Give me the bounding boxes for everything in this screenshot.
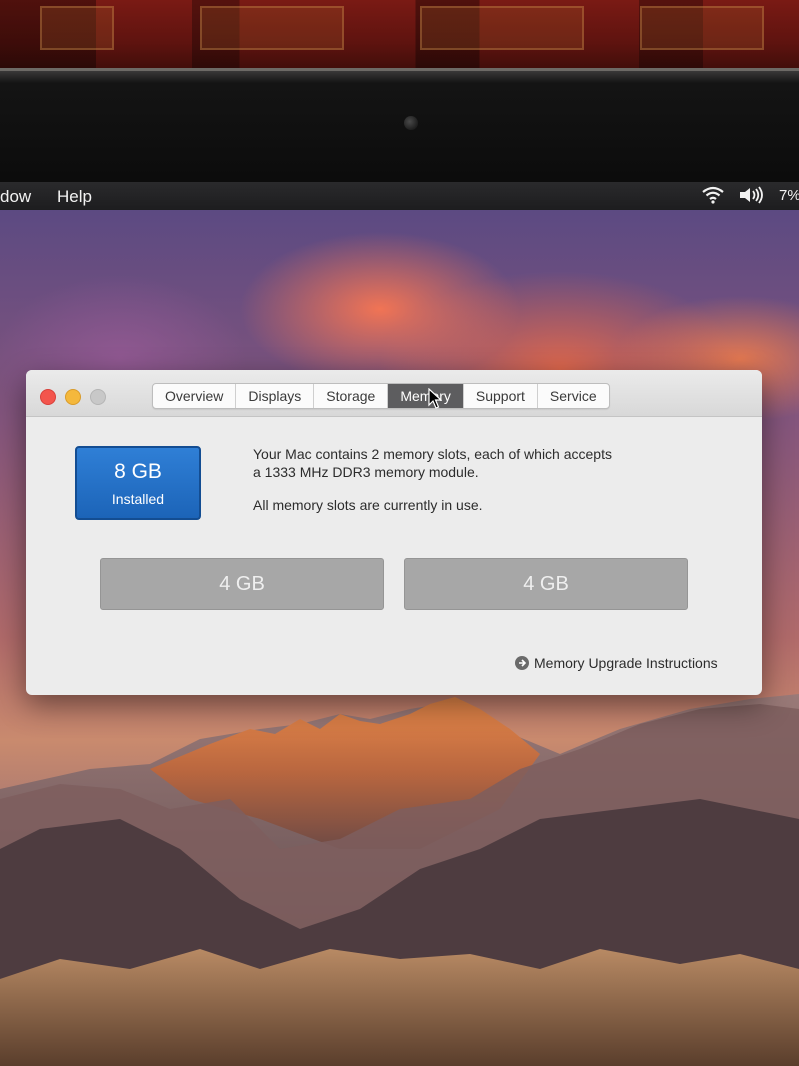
close-button[interactable] — [40, 389, 56, 405]
menu-item-window[interactable]: dow — [0, 187, 31, 207]
total-memory-caption: Installed — [111, 491, 165, 507]
battery-percentage[interactable]: 7% — [779, 187, 799, 204]
tab-service[interactable]: Service — [538, 384, 609, 408]
volume-icon[interactable] — [738, 186, 766, 209]
carpet-pattern — [420, 6, 584, 50]
webcam — [404, 116, 418, 130]
laptop-bezel — [0, 68, 799, 191]
menu-item-help[interactable]: Help — [57, 187, 92, 207]
memory-slot-1: 4 GB — [100, 558, 384, 610]
minimize-button[interactable] — [65, 389, 81, 405]
mouse-cursor-icon — [428, 388, 442, 409]
tab-memory[interactable]: Memory — [388, 384, 464, 408]
memory-description: Your Mac contains 2 memory slots, each o… — [253, 445, 612, 481]
wifi-icon[interactable] — [701, 186, 725, 209]
tab-bar: Overview Displays Storage Memory Support… — [152, 383, 610, 409]
memory-upgrade-link-label: Memory Upgrade Instructions — [534, 655, 718, 671]
carpet-pattern — [640, 6, 764, 50]
memory-description-line-1: Your Mac contains 2 memory slots, each o… — [253, 446, 612, 462]
tab-displays[interactable]: Displays — [236, 384, 315, 408]
tab-storage[interactable]: Storage — [314, 384, 389, 408]
zoom-button[interactable] — [90, 389, 106, 405]
about-this-mac-window: Overview Displays Storage Memory Support… — [26, 370, 762, 695]
carpet-pattern — [40, 6, 114, 50]
window-titlebar: Overview Displays Storage Memory Support… — [26, 370, 762, 417]
memory-slot-status: All memory slots are currently in use. — [253, 497, 483, 513]
total-memory-value: 8 GB — [114, 460, 162, 483]
carpet-background — [0, 0, 799, 72]
tab-support[interactable]: Support — [464, 384, 538, 408]
menu-bar: dow Help 7% — [0, 182, 799, 210]
tab-overview[interactable]: Overview — [153, 384, 237, 408]
total-memory-badge: 8 GB Installed — [75, 446, 201, 520]
memory-slot-2: 4 GB — [404, 558, 688, 610]
arrow-right-circle-icon — [515, 656, 529, 670]
memory-upgrade-link[interactable]: Memory Upgrade Instructions — [515, 655, 718, 671]
carpet-pattern — [200, 6, 344, 50]
memory-description-line-2: a 1333 MHz DDR3 memory module. — [253, 464, 479, 480]
